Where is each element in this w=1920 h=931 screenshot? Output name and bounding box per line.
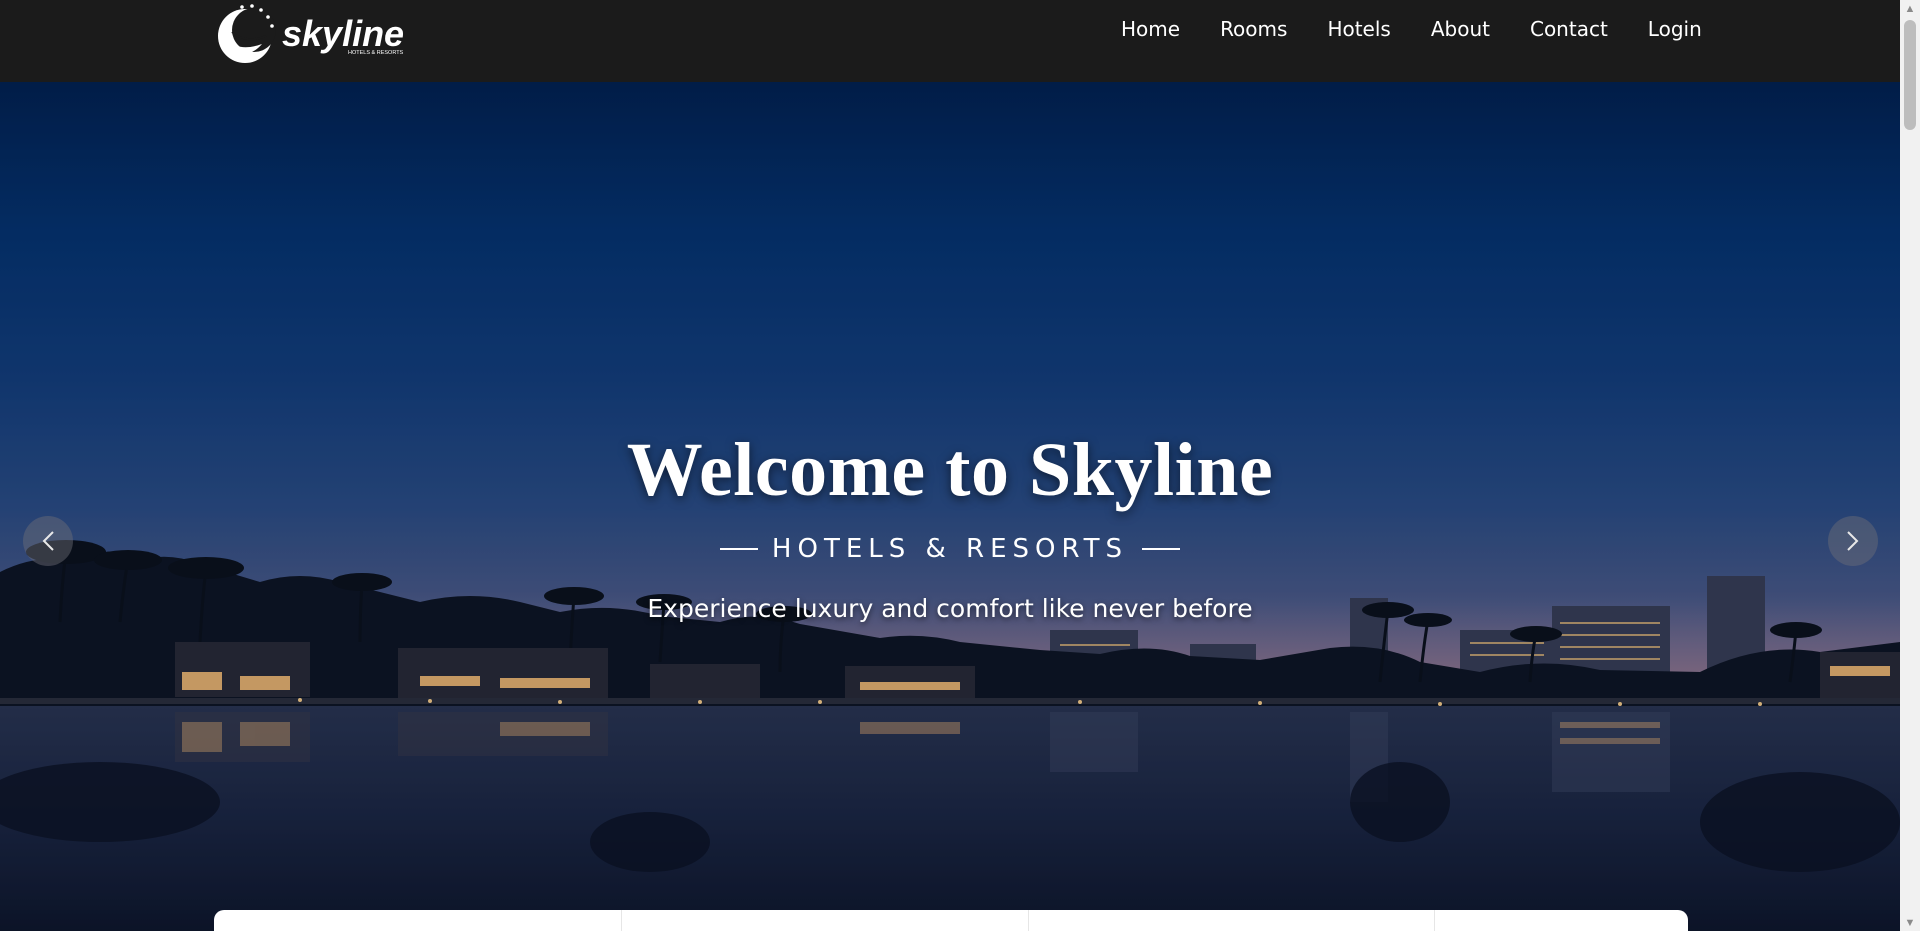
carousel-prev-button[interactable] — [23, 516, 73, 566]
skyline-logo-icon: skyline HOTELS & RESORTS — [218, 4, 404, 63]
brand-wordmark: skyline — [282, 13, 404, 54]
nav-home[interactable]: Home — [1103, 15, 1200, 55]
nav-rooms[interactable]: Rooms — [1200, 15, 1307, 55]
main-nav: Home Rooms Hotels About Contact Login — [1103, 15, 1722, 55]
hero-tagline: Experience luxury and comfort like never… — [647, 594, 1253, 623]
carousel-next-button[interactable] — [1828, 516, 1878, 566]
hero-title: Welcome to Skyline — [626, 428, 1274, 512]
booking-divider — [1434, 910, 1435, 931]
page-scrollbar[interactable]: ▲ ▼ — [1900, 0, 1920, 931]
scroll-thumb[interactable] — [1904, 20, 1916, 130]
navbar: skyline HOTELS & RESORTS Home Rooms Hote… — [0, 0, 1900, 82]
booking-divider — [1028, 910, 1029, 931]
scroll-up-arrow-icon[interactable]: ▲ — [1900, 0, 1920, 17]
nav-hotels[interactable]: Hotels — [1307, 15, 1410, 55]
hero-carousel: Welcome to Skyline HOTELS & RESORTS Expe… — [0, 82, 1900, 931]
scroll-down-arrow-icon[interactable]: ▼ — [1900, 914, 1920, 931]
subtitle-right-rule — [1142, 548, 1181, 550]
nav-contact[interactable]: Contact — [1510, 15, 1628, 55]
nav-about[interactable]: About — [1411, 15, 1510, 55]
hero-subtitle: HOTELS & RESORTS — [0, 534, 1900, 564]
subtitle-left-rule — [719, 548, 758, 550]
hero-subtitle-text: HOTELS & RESORTS — [771, 534, 1129, 564]
brand-logo[interactable]: skyline HOTELS & RESORTS — [212, 0, 422, 70]
nav-login[interactable]: Login — [1628, 15, 1722, 55]
page: skyline HOTELS & RESORTS Home Rooms Hote… — [0, 0, 1900, 931]
svg-text:HOTELS & RESORTS: HOTELS & RESORTS — [348, 50, 404, 56]
chevron-left-icon — [42, 531, 54, 551]
chevron-right-icon — [1847, 531, 1859, 551]
booking-form-card — [214, 910, 1688, 931]
booking-divider — [621, 910, 622, 931]
